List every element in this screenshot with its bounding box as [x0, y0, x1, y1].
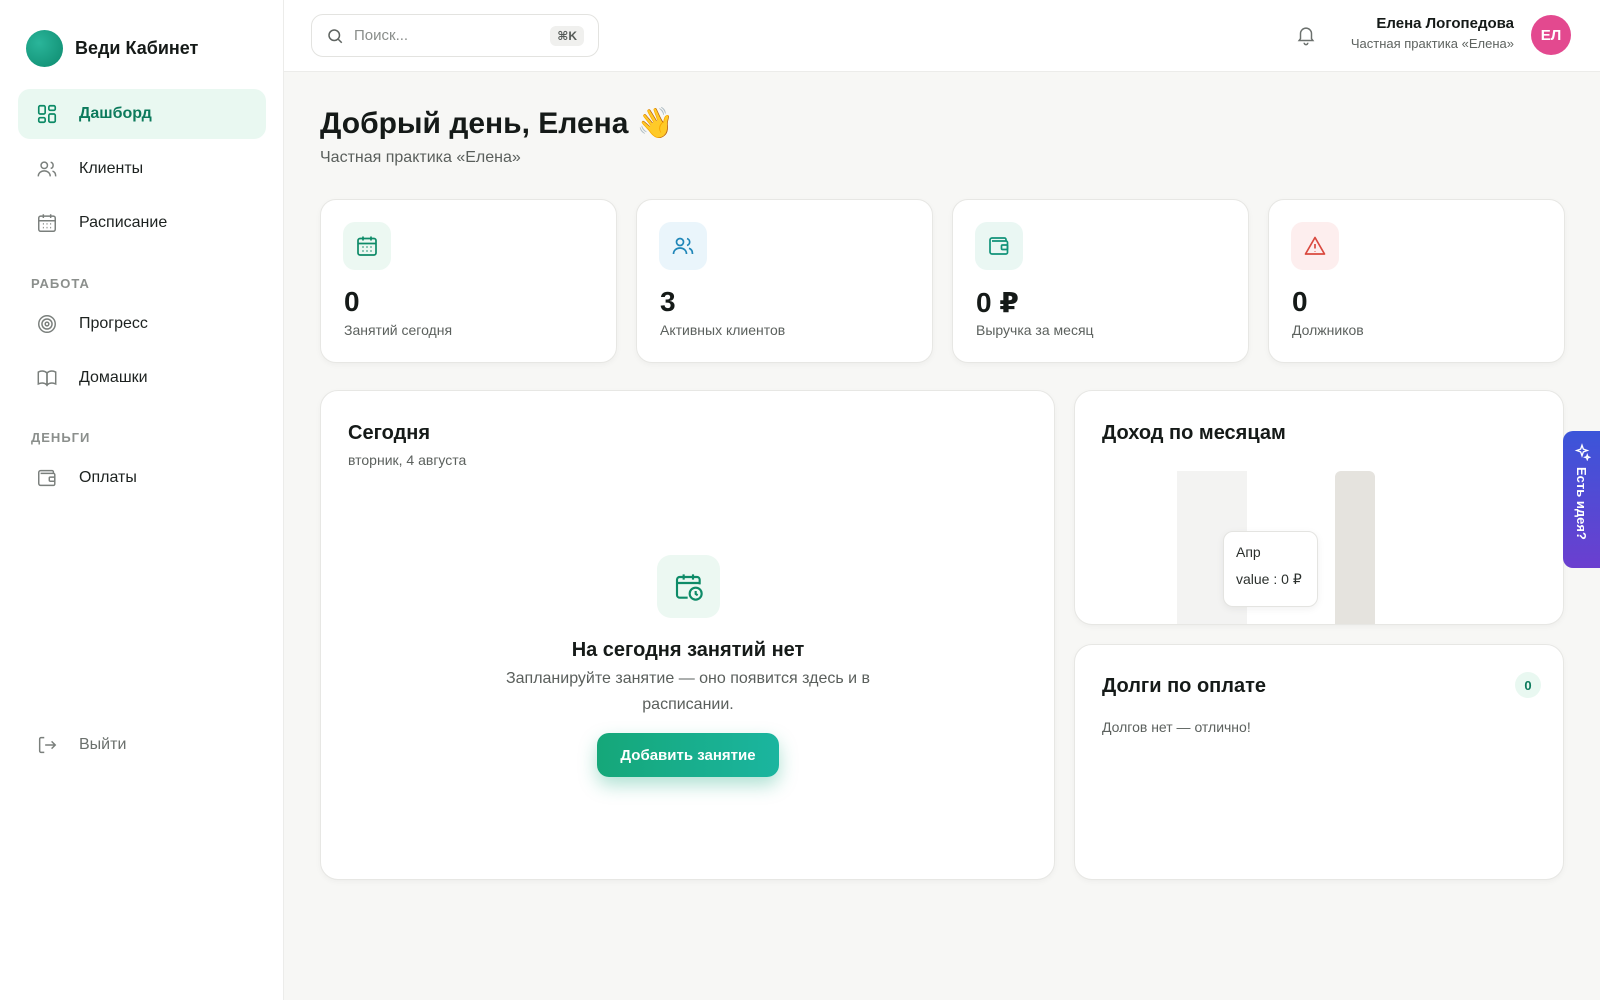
- user-info[interactable]: Елена Логопедова Частная практика «Елена…: [1351, 15, 1514, 51]
- user-practice: Частная практика «Елена»: [1350, 36, 1514, 51]
- feedback-label: Есть идея?: [1574, 467, 1589, 540]
- sidebar-item-label: Расписание: [79, 214, 168, 231]
- calendar-icon: [35, 211, 59, 235]
- book-icon: [35, 366, 59, 390]
- shortcut-hint: ⌘K: [550, 25, 584, 46]
- topbar: ⌘K Елена Логопедова Частная практика «Ел…: [284, 0, 1600, 72]
- sidebar-item-dashboard[interactable]: Дашборд: [18, 89, 266, 139]
- stat-card-debtors: 0 Должников: [1268, 199, 1565, 363]
- sidebar-item-label: Домашки: [79, 369, 148, 386]
- stat-label: Занятий сегодня: [344, 322, 453, 338]
- chart-bar[interactable]: [1335, 471, 1375, 624]
- stat-card-sessions-today: 0 Занятий сегодня: [320, 199, 617, 363]
- stat-label: Выручка за месяц: [976, 322, 1094, 338]
- today-title: Сегодня: [348, 422, 431, 444]
- debts-title: Долги по оплате: [1102, 675, 1266, 697]
- debts-text: Долгов нет — отлично!: [1102, 719, 1251, 735]
- page-subtitle: Частная практика «Елена»: [320, 149, 521, 166]
- search-box[interactable]: ⌘K: [311, 14, 599, 57]
- sidebar-item-progress[interactable]: Прогресс: [18, 299, 266, 349]
- dashboard-icon: [35, 102, 59, 126]
- user-name: Елена Логопедова: [1376, 15, 1514, 32]
- sidebar-item-payments[interactable]: Оплаты: [18, 453, 266, 503]
- search-icon: [326, 27, 344, 45]
- users-icon: [35, 157, 59, 181]
- wallet-icon: [35, 466, 59, 490]
- empty-state-title: На сегодня занятий нет: [571, 639, 805, 661]
- sidebar-item-homework[interactable]: Домашки: [18, 353, 266, 403]
- sidebar-item-label: Клиенты: [79, 160, 144, 177]
- users-icon: [659, 222, 707, 270]
- sparkle-icon: [1573, 443, 1591, 461]
- debts-count-badge: 0: [1515, 672, 1541, 698]
- sidebar-item-label: Прогресс: [79, 315, 148, 332]
- chart-tooltip: Апр value : 0 ₽: [1223, 531, 1318, 607]
- stat-value: 0: [344, 286, 360, 317]
- feedback-tab[interactable]: Есть идея?: [1563, 431, 1600, 568]
- stat-card-active-clients: 3 Активных клиентов: [636, 199, 933, 363]
- page-title: Добрый день, Елена 👋: [320, 107, 675, 140]
- sidebar: Веди Кабинет Дашборд Клиенты Расписание …: [0, 0, 284, 1000]
- warning-icon: [1291, 222, 1339, 270]
- nav-section-money: ДЕНЬГИ: [31, 430, 91, 445]
- add-session-button[interactable]: Добавить занятие: [597, 733, 779, 777]
- wallet-icon: [975, 222, 1023, 270]
- bell-icon[interactable]: [1295, 24, 1319, 48]
- logout-button[interactable]: Выйти: [18, 720, 266, 770]
- stat-value: 3: [660, 286, 676, 317]
- target-icon: [35, 312, 59, 336]
- brand[interactable]: Веди Кабинет: [26, 30, 198, 67]
- sidebar-item-clients[interactable]: Клиенты: [18, 144, 266, 194]
- sidebar-item-label: Оплаты: [79, 469, 137, 486]
- search-input[interactable]: [354, 27, 544, 44]
- stat-value: 0 ₽: [976, 287, 1019, 318]
- calendar-clock-icon: [657, 555, 720, 618]
- tooltip-label: Апр: [1236, 544, 1261, 560]
- stat-value: 0: [1292, 286, 1308, 317]
- today-date: вторник, 4 августа: [348, 452, 467, 468]
- avatar[interactable]: ЕЛ: [1531, 15, 1571, 55]
- debts-panel: Долги по оплате 0 Долгов нет — отлично!: [1074, 644, 1564, 880]
- logout-label: Выйти: [79, 736, 127, 753]
- empty-state-text: Запланируйте занятие — оно появится здес…: [505, 670, 871, 713]
- logout-icon: [35, 733, 59, 757]
- brand-name: Веди Кабинет: [75, 38, 199, 58]
- income-title: Доход по месяцам: [1102, 422, 1286, 444]
- brand-logo: [26, 30, 63, 67]
- stat-label: Должников: [1292, 322, 1364, 338]
- income-panel: Доход по месяцам Апр value : 0 ₽: [1074, 390, 1564, 625]
- nav-section-work: РАБОТА: [31, 276, 90, 291]
- stat-card-revenue: 0 ₽ Выручка за месяц: [952, 199, 1249, 363]
- sidebar-item-label: Дашборд: [79, 105, 152, 122]
- today-panel: Сегодня вторник, 4 августа На сегодня за…: [320, 390, 1055, 880]
- tooltip-value: value : 0 ₽: [1236, 571, 1302, 587]
- stat-label: Активных клиентов: [660, 322, 786, 338]
- calendar-icon: [343, 222, 391, 270]
- sidebar-item-schedule[interactable]: Расписание: [18, 198, 266, 248]
